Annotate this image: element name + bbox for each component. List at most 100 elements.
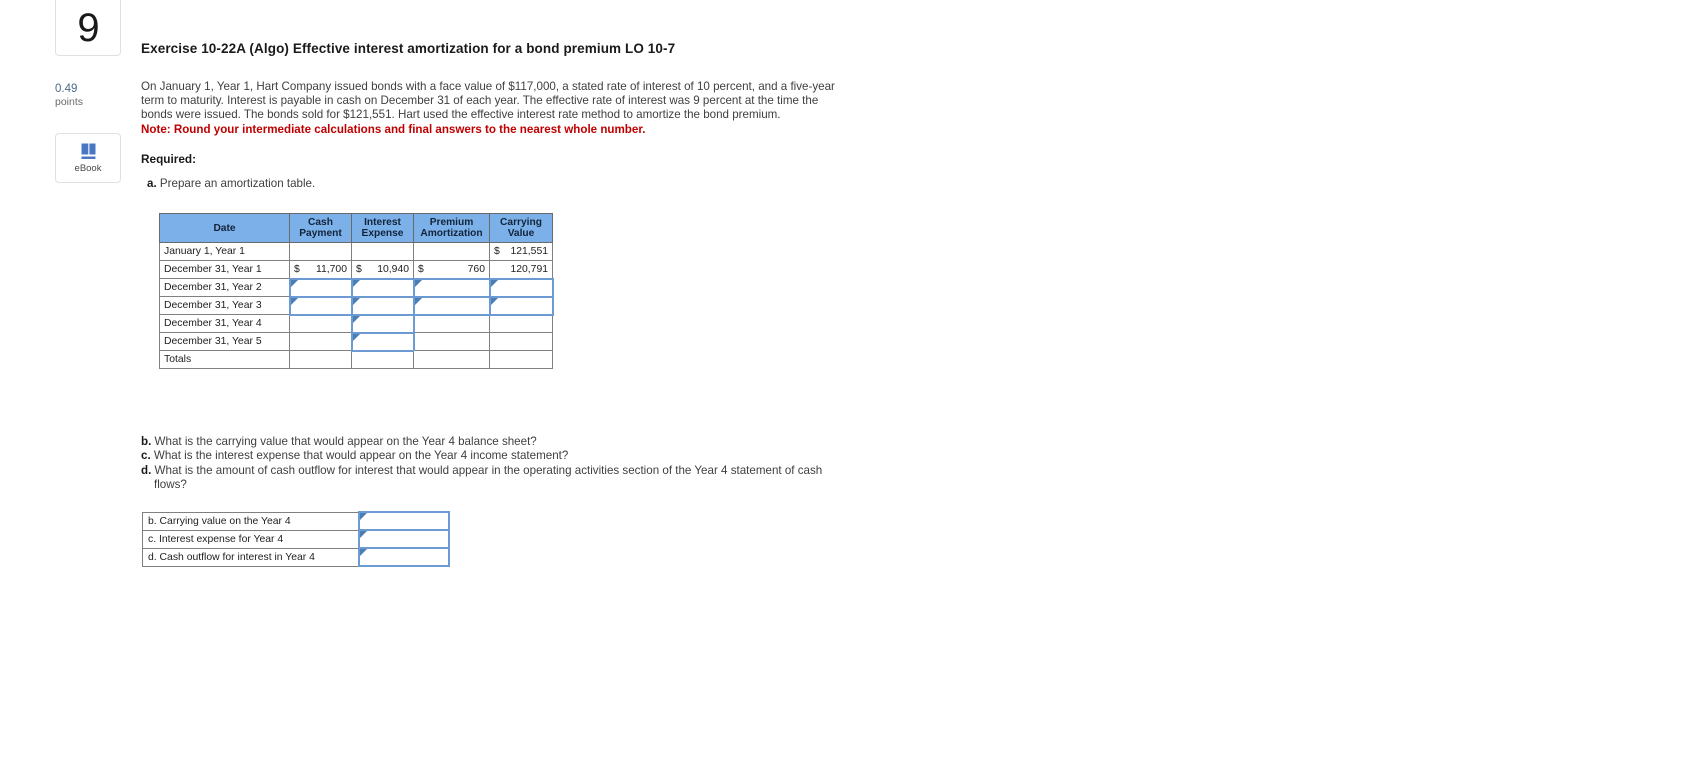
cell-cash-payment[interactable]	[288, 277, 353, 298]
answer-label-b: b. Carrying value on the Year 4	[142, 511, 359, 531]
exercise-page: 9 0.49 points eBook Exercise 10-22A (Alg…	[0, 0, 1685, 779]
col-header-carrying-l1: Carrying	[500, 217, 542, 228]
cell-carrying-value: $ 121,551	[489, 242, 553, 261]
col-header-carrying-value: Carrying Value	[489, 213, 553, 243]
col-header-carrying-l2: Value	[507, 228, 535, 239]
cell-premium-amortization[interactable]	[413, 314, 490, 333]
cell-cash-payment[interactable]	[289, 314, 352, 333]
col-header-date: Date	[159, 213, 290, 243]
question-d-text: What is the amount of cash outflow for i…	[154, 463, 823, 477]
question-d: d. What is the amount of cash outflow fo…	[141, 463, 901, 493]
exercise-title: Exercise 10-22A (Algo) Effective interes…	[141, 41, 676, 56]
rounding-note: Note: Round your intermediate calculatio…	[141, 122, 646, 136]
table-row: December 31, Year 3	[159, 295, 554, 316]
carrying-currency-symbol: $	[494, 246, 500, 257]
cell-interest-expense[interactable]	[350, 313, 415, 334]
answer-label-d: d. Cash outflow for interest in Year 4	[142, 547, 359, 567]
cell-total-cash-payment[interactable]	[289, 350, 352, 369]
row-date: December 31, Year 4	[159, 314, 290, 333]
problem-statement: On January 1, Year 1, Hart Company issue…	[141, 80, 865, 137]
cell-interest-expense: $ 10,940	[351, 260, 414, 279]
amortization-table-body: January 1, Year 1 $ 121,551 December 31,…	[159, 242, 554, 369]
col-header-cash-l1: Cash	[308, 217, 333, 228]
points-value: 0.49	[55, 83, 78, 95]
table-row: c. Interest expense for Year 4	[142, 529, 450, 549]
table-row: d. Cash outflow for interest in Year 4	[142, 547, 450, 567]
cell-cash-payment: $ 11,700	[289, 260, 352, 279]
requirement-a-text: Prepare an amortization table.	[159, 176, 316, 190]
cell-carrying-value[interactable]	[489, 314, 553, 333]
ebook-label: eBook	[74, 162, 102, 174]
table-row: December 31, Year 2	[159, 277, 554, 298]
amortization-header-row: Date Cash Payment Interest Expense Premi…	[159, 213, 553, 243]
col-header-premium-amortization: Premium Amortization	[413, 213, 490, 243]
cell-premium-amortization[interactable]	[412, 295, 491, 316]
cell-interest-expense[interactable]	[351, 242, 414, 261]
row-date: December 31, Year 1	[159, 260, 290, 279]
answer-input-d[interactable]	[357, 547, 450, 567]
interest-currency-symbol: $	[356, 263, 362, 275]
cell-total-carrying-value[interactable]	[489, 350, 553, 369]
left-rail: 9 0.49 points eBook	[55, 0, 121, 183]
answer-label-c: c. Interest expense for Year 4	[142, 529, 359, 549]
amortization-table-head: Date Cash Payment Interest Expense Premi…	[159, 213, 553, 243]
cell-interest-expense[interactable]	[350, 331, 415, 352]
col-header-premium-l1: Premium	[429, 217, 474, 228]
col-header-cash-payment: Cash Payment	[289, 213, 352, 243]
problem-line-2: term to maturity. Interest is payable in…	[141, 94, 819, 108]
cell-cash-payment[interactable]	[288, 295, 353, 316]
amortization-table: Date Cash Payment Interest Expense Premi…	[159, 213, 554, 369]
table-row-totals: Totals	[159, 350, 553, 369]
col-header-interest-l1: Interest	[364, 217, 401, 228]
question-b: b. What is the carrying value that would…	[141, 435, 901, 449]
cell-cash-payment[interactable]	[289, 242, 352, 261]
question-number: 9	[77, 5, 99, 50]
col-header-premium-l2: Amortization	[420, 228, 483, 239]
cell-carrying-value[interactable]	[488, 295, 554, 316]
cell-total-premium-amortization[interactable]	[413, 350, 490, 369]
cell-cash-payment[interactable]	[289, 332, 352, 351]
premium-currency-symbol: $	[418, 263, 424, 275]
exercise-content: Exercise 10-22A (Algo) Effective interes…	[141, 0, 1141, 190]
col-header-interest-l2: Expense	[361, 228, 404, 239]
row-date: January 1, Year 1	[159, 242, 290, 261]
answer-input-b[interactable]	[357, 511, 450, 531]
cell-carrying-value[interactable]	[489, 332, 553, 351]
row-date: December 31, Year 5	[159, 332, 290, 351]
carrying-amount: 121,551	[510, 246, 548, 257]
row-date: December 31, Year 2	[159, 278, 290, 297]
table-row: January 1, Year 1 $ 121,551	[159, 242, 553, 261]
problem-line-1: On January 1, Year 1, Hart Company issue…	[141, 80, 835, 93]
col-header-interest-expense: Interest Expense	[351, 213, 414, 243]
question-b-marker: b.	[141, 435, 152, 448]
question-d-text-cont: flows?	[154, 477, 187, 491]
cell-interest-expense[interactable]	[350, 277, 415, 298]
answer-input-c[interactable]	[357, 529, 450, 549]
answers-table: b. Carrying value on the Year 4 c. Inter…	[142, 511, 450, 567]
requirement-a-marker: a.	[147, 176, 157, 190]
answers-table-body: b. Carrying value on the Year 4 c. Inter…	[142, 511, 450, 567]
requirement-a: a. Prepare an amortization table.	[147, 177, 1141, 190]
cell-total-interest-expense[interactable]	[351, 350, 414, 369]
question-b-text: What is the carrying value that would ap…	[154, 435, 537, 448]
cell-premium-amortization[interactable]	[412, 277, 491, 298]
question-c: c. What is the interest expense that wou…	[141, 449, 901, 463]
table-row: December 31, Year 5	[159, 331, 553, 352]
book-icon	[79, 142, 98, 161]
required-label: Required:	[141, 151, 197, 166]
amortization-table-container: Date Cash Payment Interest Expense Premi…	[159, 213, 554, 369]
ebook-button[interactable]: eBook	[55, 132, 121, 183]
table-row: December 31, Year 4	[159, 313, 553, 334]
question-number-box: 9	[55, 0, 121, 56]
col-header-date-l1: Date	[213, 222, 236, 234]
questions-bcd: b. What is the carrying value that would…	[141, 435, 901, 492]
cell-premium-amortization[interactable]	[413, 242, 490, 261]
cash-amount: 11,700	[315, 263, 347, 275]
premium-amount: 760	[467, 263, 485, 275]
row-date: December 31, Year 3	[159, 296, 290, 315]
cash-currency-symbol: $	[294, 263, 300, 275]
points-label: points	[55, 96, 84, 109]
cell-interest-expense[interactable]	[350, 295, 415, 316]
cell-carrying-value[interactable]	[488, 277, 554, 298]
cell-premium-amortization[interactable]	[413, 332, 490, 351]
